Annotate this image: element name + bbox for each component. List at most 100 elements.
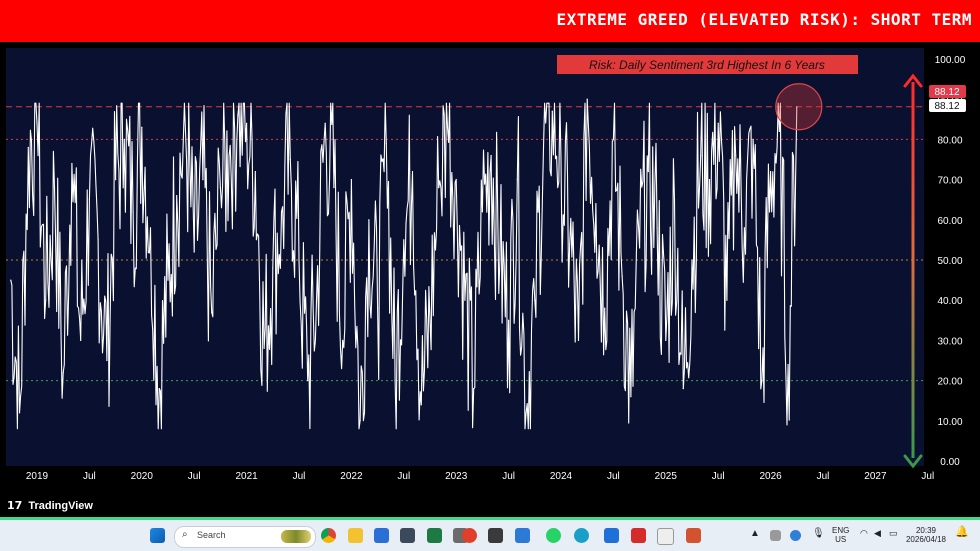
x-tick-label: Jul — [712, 471, 725, 482]
clock-time: 20:39 — [915, 526, 937, 535]
x-tick-label: Jul — [502, 471, 515, 482]
x-tick-label: 2023 — [445, 471, 468, 482]
file-explorer-icon[interactable] — [348, 528, 363, 543]
tray-cloud-icon[interactable] — [790, 530, 801, 541]
data-point — [246, 122, 248, 124]
data-point — [149, 227, 152, 229]
data-point — [569, 243, 571, 245]
current-price-label: 88.12 — [929, 85, 966, 98]
app-icon-4[interactable] — [515, 528, 530, 543]
taskbar-search-input[interactable]: ⌕ Search — [174, 526, 316, 548]
x-tick-label: Jul — [293, 471, 306, 482]
data-point — [586, 98, 588, 100]
search-icon: ⌕ — [182, 529, 188, 540]
data-point — [10, 279, 12, 281]
data-point — [106, 359, 108, 362]
data-point — [123, 138, 125, 140]
sentiment-chart: 100.0090.0080.0070.0060.0050.0040.0030.0… — [6, 48, 966, 482]
browser-icon[interactable] — [574, 528, 589, 543]
data-point — [193, 251, 195, 253]
data-point — [464, 299, 466, 301]
data-point — [665, 339, 667, 341]
data-point — [45, 299, 47, 301]
data-point — [577, 339, 580, 341]
chrome-icon[interactable] — [321, 528, 336, 543]
data-point — [621, 275, 623, 277]
data-point — [726, 299, 728, 301]
data-point — [446, 126, 449, 128]
annotation-box: Risk: Daily Sentiment 3rd Highest In 6 Y… — [557, 55, 858, 74]
wifi-icon[interactable]: ◠ — [860, 529, 868, 538]
tray-chevron-icon[interactable]: ▲ — [750, 529, 760, 539]
reference-price-label: 88.12 — [929, 99, 966, 112]
x-tick-label: 2019 — [26, 471, 49, 482]
x-tick-label: 2024 — [550, 471, 573, 482]
data-point — [254, 170, 256, 173]
data-point — [359, 420, 361, 422]
y-tick-label: 60.00 — [937, 216, 962, 227]
tradingview-logo-text: TradingView — [28, 500, 93, 512]
language-indicator[interactable]: ENG US — [832, 526, 849, 544]
banner-title: EXTREME GREED (ELEVATED RISK): SHORT TER… — [556, 10, 972, 29]
data-point — [673, 199, 676, 201]
data-point — [525, 412, 527, 414]
wps-icon[interactable] — [631, 528, 646, 543]
data-point — [115, 179, 117, 181]
data-point — [743, 227, 746, 229]
data-point — [534, 299, 536, 301]
search-highlight-icon — [281, 530, 311, 543]
start-icon[interactable] — [150, 528, 165, 543]
region-text: US — [835, 535, 847, 544]
language-text: ENG — [832, 526, 850, 535]
tray-app-icon[interactable] — [770, 530, 781, 541]
battery-icon[interactable]: ▭ — [889, 529, 898, 538]
notification-bell-icon[interactable]: 🔔 — [955, 527, 969, 538]
data-point — [551, 110, 553, 112]
data-point — [438, 187, 440, 189]
title-banner: EXTREME GREED (ELEVATED RISK): SHORT TER… — [0, 0, 980, 42]
tradingview-logo-mark: 17 — [7, 499, 23, 512]
data-point — [394, 380, 396, 382]
windows-taskbar: ⌕ Search ▲ 🎙 ENG US ◠ ◀ ▭ 20:39 2026/04/… — [0, 520, 980, 551]
x-tick-label: 2021 — [235, 471, 258, 482]
pdf-icon[interactable] — [462, 528, 477, 543]
microphone-icon[interactable]: 🎙 — [812, 529, 825, 539]
data-point — [272, 267, 274, 269]
tradingview-logo: 17 TradingView — [7, 499, 93, 512]
data-point — [770, 170, 772, 173]
data-point — [604, 307, 606, 309]
data-point — [420, 404, 422, 406]
x-tick-label: 2022 — [340, 471, 363, 482]
notes-icon[interactable] — [604, 528, 619, 543]
data-point — [717, 122, 719, 124]
powerpoint-icon[interactable] — [686, 528, 701, 543]
app-icon-1[interactable] — [374, 528, 389, 543]
data-point — [350, 179, 352, 181]
data-point — [403, 239, 405, 241]
y-tick-label: 40.00 — [937, 296, 962, 307]
calculator-icon[interactable] — [400, 528, 415, 543]
data-point — [62, 371, 64, 374]
data-point — [18, 412, 21, 414]
data-point — [455, 179, 457, 181]
data-point — [176, 195, 178, 197]
data-point — [647, 170, 649, 173]
data-point — [27, 146, 29, 149]
data-point — [499, 259, 501, 261]
app-icon-3[interactable] — [488, 528, 503, 543]
volume-icon[interactable]: ◀ — [874, 529, 881, 538]
data-point — [700, 154, 702, 157]
data-point — [289, 158, 291, 161]
clock[interactable]: 20:39 2026/04/18 — [905, 526, 947, 544]
data-point — [385, 142, 387, 145]
data-point — [141, 126, 143, 128]
app-icon-5[interactable] — [657, 528, 674, 545]
data-point — [778, 130, 780, 132]
data-point — [280, 211, 283, 213]
x-tick-label: Jul — [921, 471, 934, 482]
whatsapp-icon[interactable] — [546, 528, 561, 543]
data-point — [377, 307, 379, 309]
data-point — [481, 211, 483, 213]
data-point — [542, 146, 545, 149]
excel-icon[interactable] — [427, 528, 442, 543]
